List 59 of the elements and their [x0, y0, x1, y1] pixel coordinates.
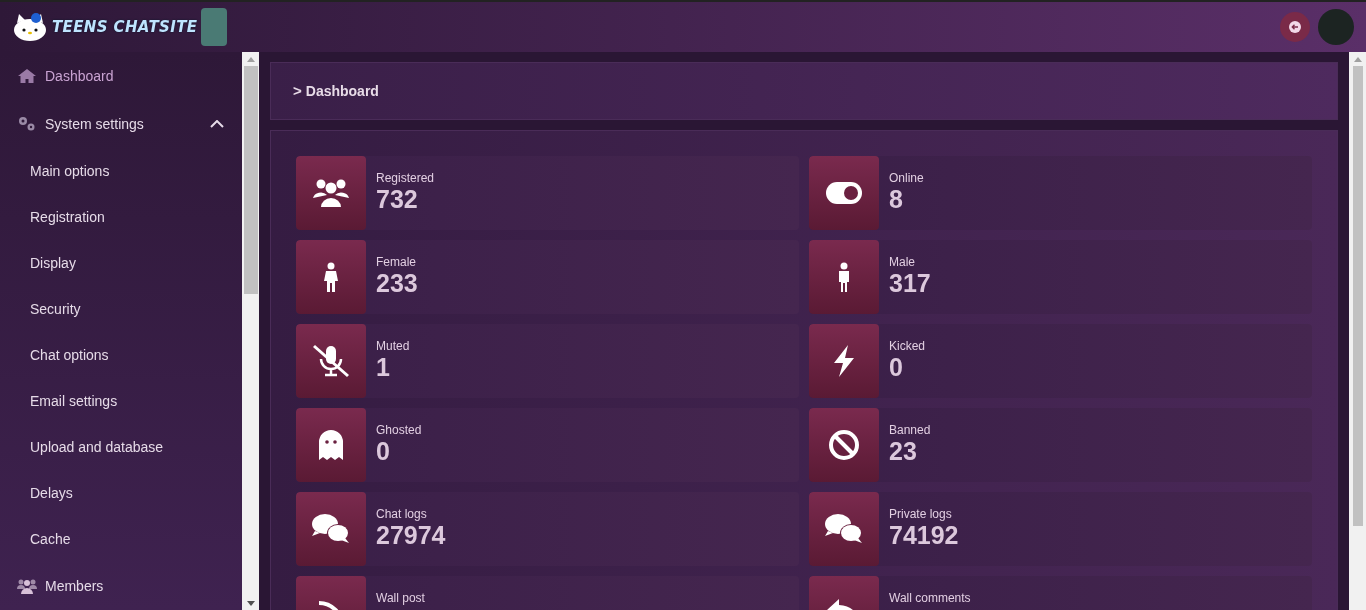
- logo-text: TEENS CHATSITE: [52, 16, 198, 38]
- scrollbar-thumb[interactable]: [243, 66, 258, 294]
- sidebar-subitem[interactable]: Cache: [0, 516, 242, 562]
- stat-label: Male: [889, 255, 916, 269]
- sidebar-subitem[interactable]: Upload and database: [0, 424, 242, 470]
- lightning-icon: [832, 345, 856, 377]
- scroll-down-arrow-icon[interactable]: [246, 601, 255, 606]
- stat-value: 732: [376, 185, 419, 213]
- sidebar-subitem[interactable]: Delays: [0, 470, 242, 516]
- scrollbar-thumb[interactable]: [1352, 66, 1363, 526]
- scroll-up-arrow-icon[interactable]: [246, 57, 255, 62]
- sidebar-item[interactable]: System settings: [0, 100, 242, 148]
- breadcrumb-title: Dashboard: [305, 81, 379, 101]
- sidebar-subitem[interactable]: Chat options: [0, 332, 242, 378]
- speech-bubbles-icon: [311, 513, 351, 545]
- sidebar-item[interactable]: Members: [0, 562, 242, 610]
- cat-logo-icon: [12, 11, 48, 43]
- stat-label: Banned: [889, 423, 931, 437]
- avatar[interactable]: [1318, 9, 1354, 45]
- stat-label: Kicked: [889, 339, 926, 353]
- stat-label: Ghosted: [376, 423, 422, 437]
- stat-value: 0: [376, 437, 391, 465]
- stat-label: Registered: [376, 171, 435, 185]
- back-button[interactable]: [1280, 12, 1310, 42]
- sidebar-item[interactable]: Dashboard: [0, 52, 242, 100]
- sidebar-subitem[interactable]: Display: [0, 240, 242, 286]
- stat-value: 0: [889, 353, 904, 381]
- muted-microphone-icon: [312, 344, 350, 378]
- stat-label: Muted: [376, 339, 410, 353]
- home-icon: [17, 68, 37, 84]
- speech-bubbles-icon: [824, 513, 864, 545]
- stat-label: Private logs: [889, 507, 953, 521]
- users-icon: [17, 578, 37, 594]
- character-picture: [201, 8, 228, 46]
- stat-label: Online: [889, 171, 924, 185]
- toggle-icon: [826, 182, 862, 204]
- stat-value: 74192: [889, 521, 959, 549]
- users-icon: [312, 178, 350, 208]
- chevron-icon: >: [293, 79, 302, 103]
- sidebar-subitem[interactable]: Security: [0, 286, 242, 332]
- stat-value: 1: [376, 353, 391, 381]
- ghost-icon: [319, 430, 343, 460]
- stat-value: 27974: [376, 521, 446, 549]
- stat-value: 8: [889, 185, 904, 213]
- stat-label: Chat logs: [376, 507, 428, 521]
- stat-value: 23: [889, 437, 918, 465]
- scroll-up-arrow-icon[interactable]: [1353, 57, 1362, 62]
- stat-label: Wall post: [376, 591, 425, 605]
- stat-value: 317: [889, 269, 931, 297]
- left-arrow-icon: [1289, 21, 1301, 33]
- stat-label: Female: [376, 255, 417, 269]
- prohibited-icon: [828, 429, 860, 461]
- sidebar-subitem[interactable]: Registration: [0, 194, 242, 240]
- stat-value: 233: [376, 269, 418, 297]
- stat-label: Wall comments: [889, 591, 971, 605]
- person-icon: [837, 262, 851, 292]
- sidebar-subitem[interactable]: Main options: [0, 148, 242, 194]
- person-icon: [324, 262, 338, 292]
- sidebar-subitem[interactable]: Email settings: [0, 378, 242, 424]
